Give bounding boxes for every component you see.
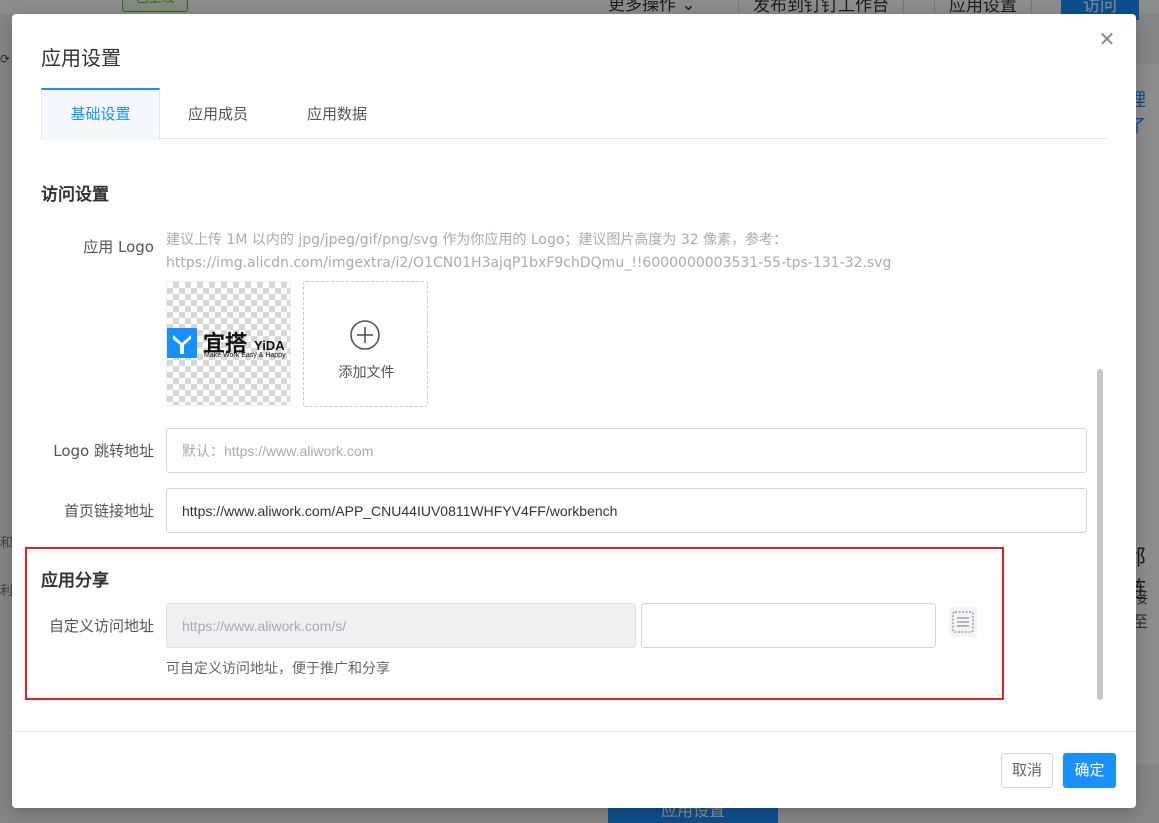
add-circle-icon <box>350 320 380 350</box>
logo-redirect-label: Logo 跳转地址 <box>53 442 154 460</box>
logo-preview[interactable]: 宜搭 YiDA Make Work Easy & Happy <box>166 281 291 406</box>
close-icon[interactable]: ✕ <box>1096 28 1118 50</box>
tab-basic-settings[interactable]: 基础设置 <box>41 88 160 140</box>
custom-url-hint: 可自定义访问地址，便于推广和分享 <box>166 661 390 677</box>
copy-icon <box>952 611 974 633</box>
logo-text-en: YiDA <box>254 338 285 353</box>
logo-tagline: Make Work Easy & Happy <box>204 352 286 359</box>
dialog-scrollbar[interactable] <box>1097 369 1103 700</box>
logo-hint: 建议上传 1M 以内的 jpg/jpeg/gif/png/svg 作为你应用的 … <box>166 232 788 248</box>
custom-url-prefix-input <box>166 603 636 648</box>
confirm-button[interactable]: 确定 <box>1063 753 1116 788</box>
app-share-title: 应用分享 <box>41 571 109 591</box>
logo-label: 应用 Logo <box>83 238 154 256</box>
custom-url-suffix-input[interactable] <box>641 603 936 648</box>
logo-redirect-input[interactable] <box>166 428 1087 473</box>
add-file-button[interactable]: 添加文件 <box>303 281 428 407</box>
yida-logo-mark-icon <box>167 328 197 358</box>
settings-tabs: 基础设置 应用成员 应用数据 <box>41 88 1107 140</box>
cancel-button[interactable]: 取消 <box>1001 753 1053 788</box>
tab-app-members[interactable]: 应用成员 <box>172 88 264 139</box>
homepage-link-label: 首页链接地址 <box>63 502 154 520</box>
copy-button[interactable] <box>949 607 977 637</box>
access-settings-title: 访问设置 <box>41 185 109 205</box>
homepage-link-input[interactable] <box>166 488 1087 533</box>
app-settings-dialog: 应用设置 ✕ 基础设置 应用成员 应用数据 访问设置 应用 Logo 建议上传 … <box>12 14 1136 808</box>
custom-url-label: 自定义访问地址 <box>48 617 154 635</box>
logo-reference-link[interactable]: https://img.alicdn.com/imgextra/i2/O1CN0… <box>166 252 891 274</box>
dialog-title: 应用设置 <box>41 46 121 70</box>
add-file-label: 添加文件 <box>338 365 395 381</box>
tab-app-data[interactable]: 应用数据 <box>291 88 383 139</box>
footer-divider <box>12 731 1136 732</box>
